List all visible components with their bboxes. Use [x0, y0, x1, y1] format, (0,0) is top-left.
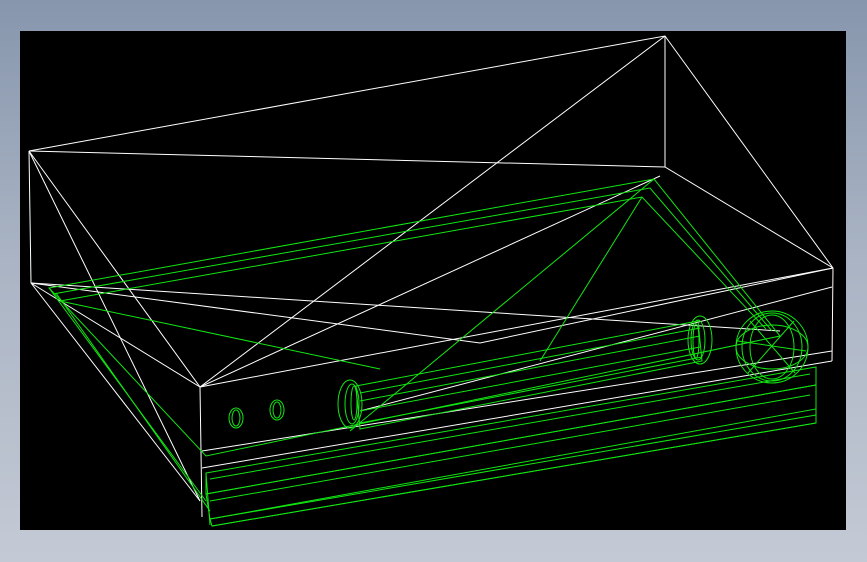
housing-diag-3: [349, 178, 655, 432]
disc-tray-inner-3: [359, 346, 701, 412]
outline-cross-4: [201, 360, 833, 469]
cad-viewport[interactable]: [20, 31, 846, 530]
housing-diag-5: [59, 300, 381, 370]
control-knob-spoke-2: [749, 320, 796, 374]
front-panel-edge-2: [209, 394, 811, 502]
outline-cross-1: [30, 282, 781, 332]
base-plate-edge: [211, 422, 817, 527]
indicator-button-1: [228, 407, 244, 429]
base-plate: [209, 414, 817, 527]
outline-front-top: [199, 267, 834, 388]
tray-end-cap-left: [337, 379, 363, 429]
tray-end-cap-left-inner-2: [350, 385, 358, 421]
control-knob-spoke-3: [747, 320, 795, 374]
outline-cross-5: [359, 286, 833, 412]
disc-tray-inner-2: [359, 335, 701, 402]
housing-top-inner-2: [59, 196, 767, 330]
outline-diagonal-3: [28, 150, 201, 388]
outline-right-edge: [831, 267, 834, 362]
housing-diag-2: [55, 292, 211, 512]
outline-left-bottom: [30, 282, 201, 502]
outline-top-edge: [28, 35, 834, 269]
housing-top-frame: [48, 178, 781, 457]
indicator-button-2: [269, 399, 285, 421]
disc-tray-inner-4: [359, 356, 703, 424]
housing-diag-4: [539, 196, 643, 362]
outline-cross-2: [199, 175, 661, 388]
outline-diagonal-1: [199, 35, 666, 388]
disc-tray-inner-1: [359, 327, 701, 394]
outline-diagonal-4: [28, 150, 201, 502]
outline-lower-plane: [30, 267, 834, 344]
indicator-button-2-inner: [272, 401, 282, 419]
housing-top-inner: [52, 187, 773, 332]
outline-left-edge: [28, 150, 32, 284]
indicator-button-1-inner: [231, 409, 241, 427]
outline-upper-plane: [28, 150, 834, 269]
wireframe-canvas[interactable]: [20, 31, 846, 530]
model-wireframe: [48, 178, 817, 527]
